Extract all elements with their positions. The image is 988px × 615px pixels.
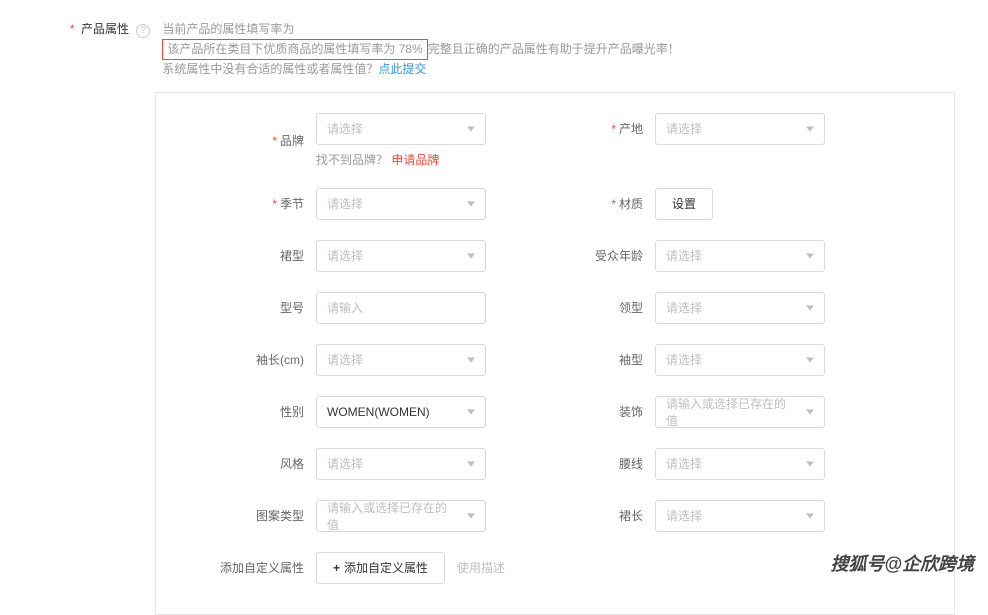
skirt-len-select[interactable]: 请选择	[655, 500, 825, 532]
add-custom-attr-text: 添加自定义属性	[344, 559, 428, 576]
waist-placeholder: 请选择	[666, 455, 702, 472]
style-placeholder: 请选择	[327, 455, 363, 472]
chevron-down-icon	[467, 513, 475, 518]
submit-here-link[interactable]: 点此提交	[378, 62, 426, 76]
skirt-type-label: 裙型	[280, 249, 304, 263]
add-custom-attr-button[interactable]: + 添加自定义属性	[316, 552, 445, 584]
decoration-label: 装饰	[619, 405, 643, 419]
chevron-down-icon	[806, 126, 814, 131]
brand-placeholder: 请选择	[327, 120, 363, 137]
material-set-button[interactable]: 设置	[655, 188, 713, 220]
use-description-text: 使用描述	[457, 559, 505, 576]
chevron-down-icon	[806, 461, 814, 466]
plus-icon: +	[333, 561, 340, 575]
skirt-len-placeholder: 请选择	[666, 507, 702, 524]
decoration-placeholder: 请输入或选择已存在的值	[666, 395, 796, 429]
chevron-down-icon	[467, 253, 475, 258]
brand-not-found-text: 找不到品牌？	[316, 153, 388, 167]
origin-label: 产地	[619, 122, 643, 136]
collar-label: 领型	[619, 301, 643, 315]
chevron-down-icon	[806, 513, 814, 518]
sleeve-type-placeholder: 请选择	[666, 351, 702, 368]
gender-value: WOMEN(WOMEN)	[327, 405, 430, 419]
age-group-placeholder: 请选择	[666, 247, 702, 264]
skirt-type-placeholder: 请选择	[327, 247, 363, 264]
waist-select[interactable]: 请选择	[655, 448, 825, 480]
hint-missing-attr: 系统属性中没有合适的属性或者属性值？	[162, 62, 378, 76]
age-group-label: 受众年龄	[595, 249, 643, 263]
help-icon[interactable]: ?	[136, 24, 150, 38]
style-label: 风格	[280, 457, 304, 471]
chevron-down-icon	[806, 357, 814, 362]
origin-placeholder: 请选择	[666, 120, 702, 137]
hint-exposure: 完整且正确的产品属性有助于提升产品曝光率！	[428, 42, 680, 56]
pattern-placeholder: 请输入或选择已存在的值	[327, 499, 457, 533]
required-star: *	[611, 197, 616, 211]
sleeve-len-placeholder: 请选择	[327, 351, 363, 368]
pattern-select[interactable]: 请输入或选择已存在的值	[316, 500, 486, 532]
chevron-down-icon	[806, 253, 814, 258]
sleeve-len-select[interactable]: 请选择	[316, 344, 486, 376]
style-select[interactable]: 请选择	[316, 448, 486, 480]
required-star: *	[272, 197, 277, 211]
skirt-type-select[interactable]: 请选择	[316, 240, 486, 272]
custom-attr-label: 添加自定义属性	[220, 561, 304, 575]
chevron-down-icon	[467, 357, 475, 362]
hint-fill-rate: 当前产品的属性填写率为	[162, 20, 679, 39]
material-label: 材质	[619, 197, 643, 211]
age-group-select[interactable]: 请选择	[655, 240, 825, 272]
chevron-down-icon	[806, 409, 814, 414]
model-no-label: 型号	[280, 301, 304, 315]
sleeve-type-label: 袖型	[619, 353, 643, 367]
chevron-down-icon	[467, 409, 475, 414]
hint-category-rate: 该产品所在类目下优质商品的属性填写率为 78%	[162, 39, 427, 60]
pattern-label: 图案类型	[256, 509, 304, 523]
watermark: 搜狐号@企欣跨境	[830, 550, 974, 576]
gender-label: 性别	[280, 405, 304, 419]
gender-select[interactable]: WOMEN(WOMEN)	[316, 396, 486, 428]
chevron-down-icon	[467, 126, 475, 131]
sleeve-type-select[interactable]: 请选择	[655, 344, 825, 376]
decoration-select[interactable]: 请输入或选择已存在的值	[655, 396, 825, 428]
model-no-input[interactable]: 请输入	[316, 292, 486, 324]
required-star: *	[611, 122, 616, 136]
season-select[interactable]: 请选择	[316, 188, 486, 220]
chevron-down-icon	[467, 461, 475, 466]
skirt-len-label: 裙长	[619, 509, 643, 523]
product-attributes-panel: *品牌 请选择 找不到品牌？ 申请品牌 *产地 请选择	[155, 92, 955, 615]
model-no-placeholder: 请输入	[327, 299, 363, 316]
required-star: *	[272, 134, 277, 148]
collar-select[interactable]: 请选择	[655, 292, 825, 324]
waist-label: 腰线	[619, 457, 643, 471]
collar-placeholder: 请选择	[666, 299, 702, 316]
sleeve-len-label: 袖长(cm)	[256, 353, 304, 367]
chevron-down-icon	[467, 201, 475, 206]
section-title: 产品属性	[81, 22, 129, 36]
season-placeholder: 请选择	[327, 195, 363, 212]
season-label: 季节	[280, 197, 304, 211]
brand-label: 品牌	[280, 134, 304, 148]
apply-brand-link[interactable]: 申请品牌	[391, 153, 439, 167]
origin-select[interactable]: 请选择	[655, 113, 825, 145]
required-star: *	[70, 22, 75, 36]
chevron-down-icon	[806, 305, 814, 310]
brand-select[interactable]: 请选择	[316, 113, 486, 145]
